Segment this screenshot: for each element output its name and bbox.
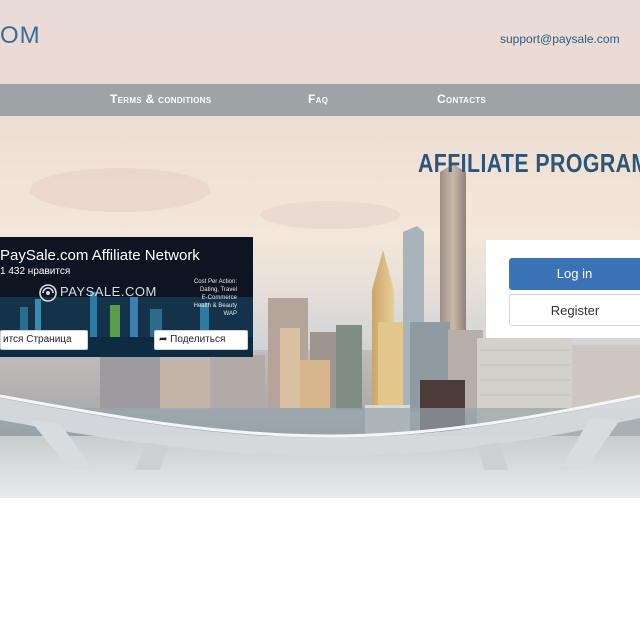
fb-share-label: Поделиться bbox=[170, 334, 226, 345]
fb-brand-text: PAYSALE.COM bbox=[60, 284, 157, 299]
fb-tagline: Cost Per Action: Dating, Travel E-Commer… bbox=[175, 278, 237, 318]
fb-tagline-line: Health & Beauty bbox=[193, 303, 237, 309]
fb-tagline-line: Cost Per Action: bbox=[193, 279, 237, 285]
fb-follow-label: ится Страница bbox=[3, 334, 72, 345]
fb-page-name[interactable]: PaySale.com Affiliate Network bbox=[0, 247, 200, 264]
paysale-logo-icon bbox=[39, 284, 57, 302]
fb-tagline-line: E-Commerce bbox=[201, 295, 237, 301]
fb-tagline-line: Dating, Travel bbox=[199, 287, 237, 293]
fb-share-button[interactable]: ➦ Поделиться bbox=[154, 330, 248, 350]
share-icon: ➦ bbox=[159, 334, 168, 345]
register-button[interactable]: Register bbox=[509, 294, 640, 326]
main-nav: Terms & conditions Faq Contacts bbox=[0, 84, 640, 116]
facebook-page-widget[interactable]: PaySale.com Affiliate Network 1 432 нрав… bbox=[0, 237, 253, 357]
fb-likes-count: 1 432 нравится bbox=[0, 266, 71, 277]
nav-contacts-link[interactable]: Contacts bbox=[437, 92, 486, 106]
site-logo[interactable]: OM bbox=[0, 22, 41, 50]
fb-tagline-line: WAP bbox=[223, 311, 237, 317]
fb-follow-button[interactable]: ится Страница bbox=[0, 330, 88, 350]
hero-section: OM support@paysale.com Terms & condition… bbox=[0, 0, 640, 498]
nav-faq-link[interactable]: Faq bbox=[308, 92, 328, 106]
support-email-link[interactable]: support@paysale.com bbox=[500, 32, 620, 46]
nav-terms-link[interactable]: Terms & conditions bbox=[110, 92, 211, 106]
page-title: AFFILIATE PROGRAM bbox=[418, 148, 640, 178]
login-button[interactable]: Log in bbox=[509, 258, 640, 290]
